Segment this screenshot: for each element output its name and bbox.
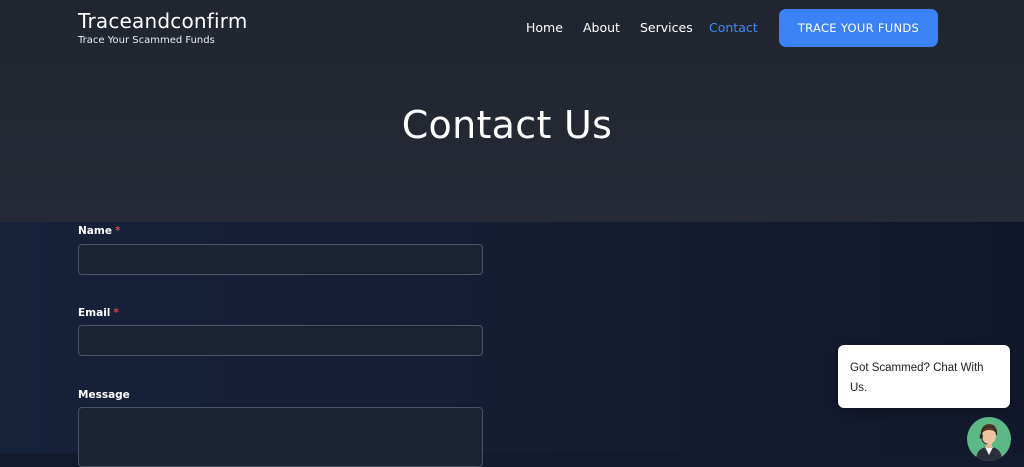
nav-link-home[interactable]: Home — [526, 20, 563, 35]
support-agent-avatar-graphic — [976, 424, 1002, 461]
nav-link-services[interactable]: Services — [640, 20, 693, 35]
email-label: Email * — [78, 307, 119, 319]
hero-header: Traceandconfirm Trace Your Scammed Funds… — [0, 0, 1024, 222]
name-input[interactable] — [78, 244, 483, 275]
message-label: Message — [78, 389, 130, 401]
support-agent-icon[interactable] — [967, 417, 1011, 461]
name-label-text: Name — [78, 225, 112, 237]
message-textarea[interactable] — [78, 407, 483, 467]
name-required-marker: * — [114, 225, 121, 237]
page-title: Contact Us — [401, 103, 613, 147]
email-label-text: Email — [78, 307, 111, 319]
nav-link-contact[interactable]: Contact — [709, 20, 758, 35]
name-label: Name * — [78, 225, 120, 237]
email-required-marker: * — [113, 307, 119, 319]
chat-prompt-text: Got Scammed? Chat With Us. — [850, 362, 984, 394]
site-tagline: Trace Your Scammed Funds — [78, 35, 215, 46]
chat-prompt-bubble[interactable]: Got Scammed? Chat With Us. — [838, 345, 1010, 408]
nav-link-about[interactable]: About — [583, 20, 620, 35]
contact-form: Name * Email * Message — [0, 222, 1024, 467]
message-label-text: Message — [78, 389, 130, 401]
email-input[interactable] — [78, 325, 483, 356]
trace-your-funds-button[interactable]: TRACE YOUR FUNDS — [779, 9, 938, 47]
site-logo-title[interactable]: Traceandconfirm — [78, 9, 248, 33]
